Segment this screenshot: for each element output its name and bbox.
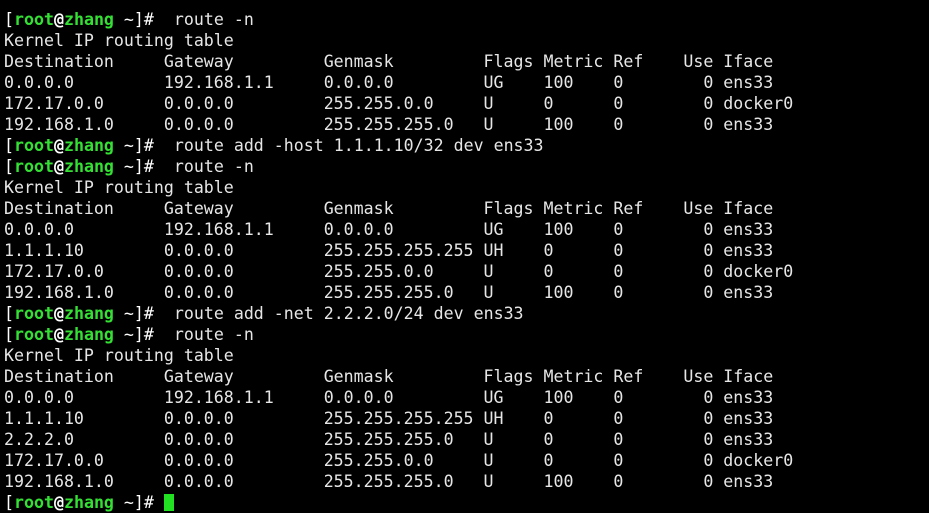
- prompt-host: zhang: [63, 136, 114, 155]
- prompt-cwd: ~: [113, 493, 134, 512]
- prompt-at-sign: @: [53, 493, 64, 512]
- output-line: Destination Gateway Genmask Flags Metric…: [4, 198, 925, 219]
- output-line: 192.168.1.0 0.0.0.0 255.255.255.0 U 100 …: [4, 282, 925, 303]
- output-line: 1.1.1.10 0.0.0.0 255.255.255.255 UH 0 0 …: [4, 408, 925, 429]
- command-line: [root@zhang ~]# route add -host 1.1.1.10…: [4, 135, 925, 156]
- output-line: Kernel IP routing table: [4, 30, 925, 51]
- prompt-host: zhang: [63, 325, 114, 344]
- output-line: 192.168.1.0 0.0.0.0 255.255.255.0 U 100 …: [4, 471, 925, 492]
- output-line: Kernel IP routing table: [4, 177, 925, 198]
- prompt-close-bracket: ]: [133, 157, 144, 176]
- output-text: 1.1.1.10 0.0.0.0 255.255.255.255 UH 0 0 …: [4, 241, 774, 260]
- prompt-user: root: [14, 157, 54, 176]
- prompt-symbol: #: [143, 136, 154, 155]
- prompt-symbol: #: [143, 10, 154, 29]
- output-text: 172.17.0.0 0.0.0.0 255.255.0.0 U 0 0 0 d…: [4, 262, 794, 281]
- output-text: Kernel IP routing table: [4, 31, 234, 50]
- prompt-open-bracket: [: [4, 157, 14, 176]
- prompt-symbol: #: [143, 325, 154, 344]
- command-text: route -n: [153, 157, 254, 176]
- prompt-cwd: ~: [113, 10, 134, 29]
- output-text: 172.17.0.0 0.0.0.0 255.255.0.0 U 0 0 0 d…: [4, 94, 794, 113]
- output-text: 172.17.0.0 0.0.0.0 255.255.0.0 U 0 0 0 d…: [4, 451, 794, 470]
- output-text: 2.2.2.0 0.0.0.0 255.255.255.0 U 0 0 0 en…: [4, 430, 774, 449]
- output-line: Kernel IP routing table: [4, 345, 925, 366]
- prompt-cwd: ~: [113, 325, 134, 344]
- prompt-user: root: [14, 10, 54, 29]
- prompt-at-sign: @: [53, 325, 64, 344]
- output-line: 2.2.2.0 0.0.0.0 255.255.255.0 U 0 0 0 en…: [4, 429, 925, 450]
- prompt-open-bracket: [: [4, 493, 14, 512]
- prompt-user: root: [14, 325, 54, 344]
- prompt-at-sign: @: [53, 136, 64, 155]
- prompt-close-bracket: ]: [133, 493, 144, 512]
- output-line: Destination Gateway Genmask Flags Metric…: [4, 366, 925, 387]
- output-line: 172.17.0.0 0.0.0.0 255.255.0.0 U 0 0 0 d…: [4, 450, 925, 471]
- prompt-host: zhang: [63, 10, 114, 29]
- prompt-symbol: #: [143, 157, 154, 176]
- prompt-host: zhang: [63, 157, 114, 176]
- prompt-at-sign: @: [53, 304, 64, 323]
- output-text: Destination Gateway Genmask Flags Metric…: [4, 52, 774, 71]
- command-input[interactable]: [154, 493, 164, 512]
- output-line: 192.168.1.0 0.0.0.0 255.255.255.0 U 100 …: [4, 114, 925, 135]
- output-line: 172.17.0.0 0.0.0.0 255.255.0.0 U 0 0 0 d…: [4, 261, 925, 282]
- output-line: Destination Gateway Genmask Flags Metric…: [4, 51, 925, 72]
- output-text: 192.168.1.0 0.0.0.0 255.255.255.0 U 100 …: [4, 115, 774, 134]
- prompt-close-bracket: ]: [133, 136, 144, 155]
- prompt-open-bracket: [: [4, 10, 14, 29]
- output-line: 1.1.1.10 0.0.0.0 255.255.255.255 UH 0 0 …: [4, 240, 925, 261]
- output-text: 192.168.1.0 0.0.0.0 255.255.255.0 U 100 …: [4, 472, 774, 491]
- output-text: Destination Gateway Genmask Flags Metric…: [4, 199, 774, 218]
- output-text: 1.1.1.10 0.0.0.0 255.255.255.255 UH 0 0 …: [4, 409, 774, 428]
- output-text: 192.168.1.0 0.0.0.0 255.255.255.0 U 100 …: [4, 283, 774, 302]
- output-text: Kernel IP routing table: [4, 178, 234, 197]
- command-line: [root@zhang ~]# route add -net 2.2.2.0/2…: [4, 303, 925, 324]
- output-text: 0.0.0.0 192.168.1.1 0.0.0.0 UG 100 0 0 e…: [4, 388, 774, 407]
- active-prompt-line[interactable]: [root@zhang ~]#: [4, 492, 925, 513]
- command-line: [root@zhang ~]# route -n: [4, 9, 925, 30]
- prompt-open-bracket: [: [4, 325, 14, 344]
- prompt-open-bracket: [: [4, 136, 14, 155]
- command-text: route add -net 2.2.2.0/24 dev ens33: [153, 304, 524, 323]
- command-line: [root@zhang ~]# route -n: [4, 156, 925, 177]
- prompt-close-bracket: ]: [133, 10, 144, 29]
- prompt-symbol: #: [143, 493, 154, 512]
- output-line: 0.0.0.0 192.168.1.1 0.0.0.0 UG 100 0 0 e…: [4, 219, 925, 240]
- prompt-user: root: [14, 493, 54, 512]
- terminal-output[interactable]: [root@zhang ~]# route -n Kernel IP routin…: [4, 9, 925, 513]
- command-text: route -n: [153, 10, 254, 29]
- output-text: Kernel IP routing table: [4, 346, 234, 365]
- command-text: route add -host 1.1.1.10/32 dev ens33: [153, 136, 544, 155]
- output-text: 0.0.0.0 192.168.1.1 0.0.0.0 UG 100 0 0 e…: [4, 220, 774, 239]
- command-text: route -n: [153, 325, 254, 344]
- prompt-close-bracket: ]: [133, 325, 144, 344]
- prompt-host: zhang: [63, 493, 114, 512]
- prompt-at-sign: @: [53, 10, 64, 29]
- output-text: 0.0.0.0 192.168.1.1 0.0.0.0 UG 100 0 0 e…: [4, 73, 774, 92]
- prompt-user: root: [14, 304, 54, 323]
- output-text: Destination Gateway Genmask Flags Metric…: [4, 367, 774, 386]
- output-line: 0.0.0.0 192.168.1.1 0.0.0.0 UG 100 0 0 e…: [4, 387, 925, 408]
- prompt-close-bracket: ]: [133, 304, 144, 323]
- prompt-at-sign: @: [53, 157, 64, 176]
- output-line: 172.17.0.0 0.0.0.0 255.255.0.0 U 0 0 0 d…: [4, 93, 925, 114]
- prompt-symbol: #: [143, 304, 154, 323]
- prompt-user: root: [14, 136, 54, 155]
- prompt-open-bracket: [: [4, 304, 14, 323]
- cursor-block-icon: [163, 494, 174, 511]
- output-line: 0.0.0.0 192.168.1.1 0.0.0.0 UG 100 0 0 e…: [4, 72, 925, 93]
- prompt-cwd: ~: [113, 304, 134, 323]
- prompt-host: zhang: [63, 304, 114, 323]
- prompt-cwd: ~: [113, 136, 134, 155]
- prompt-cwd: ~: [113, 157, 134, 176]
- command-line: [root@zhang ~]# route -n: [4, 324, 925, 345]
